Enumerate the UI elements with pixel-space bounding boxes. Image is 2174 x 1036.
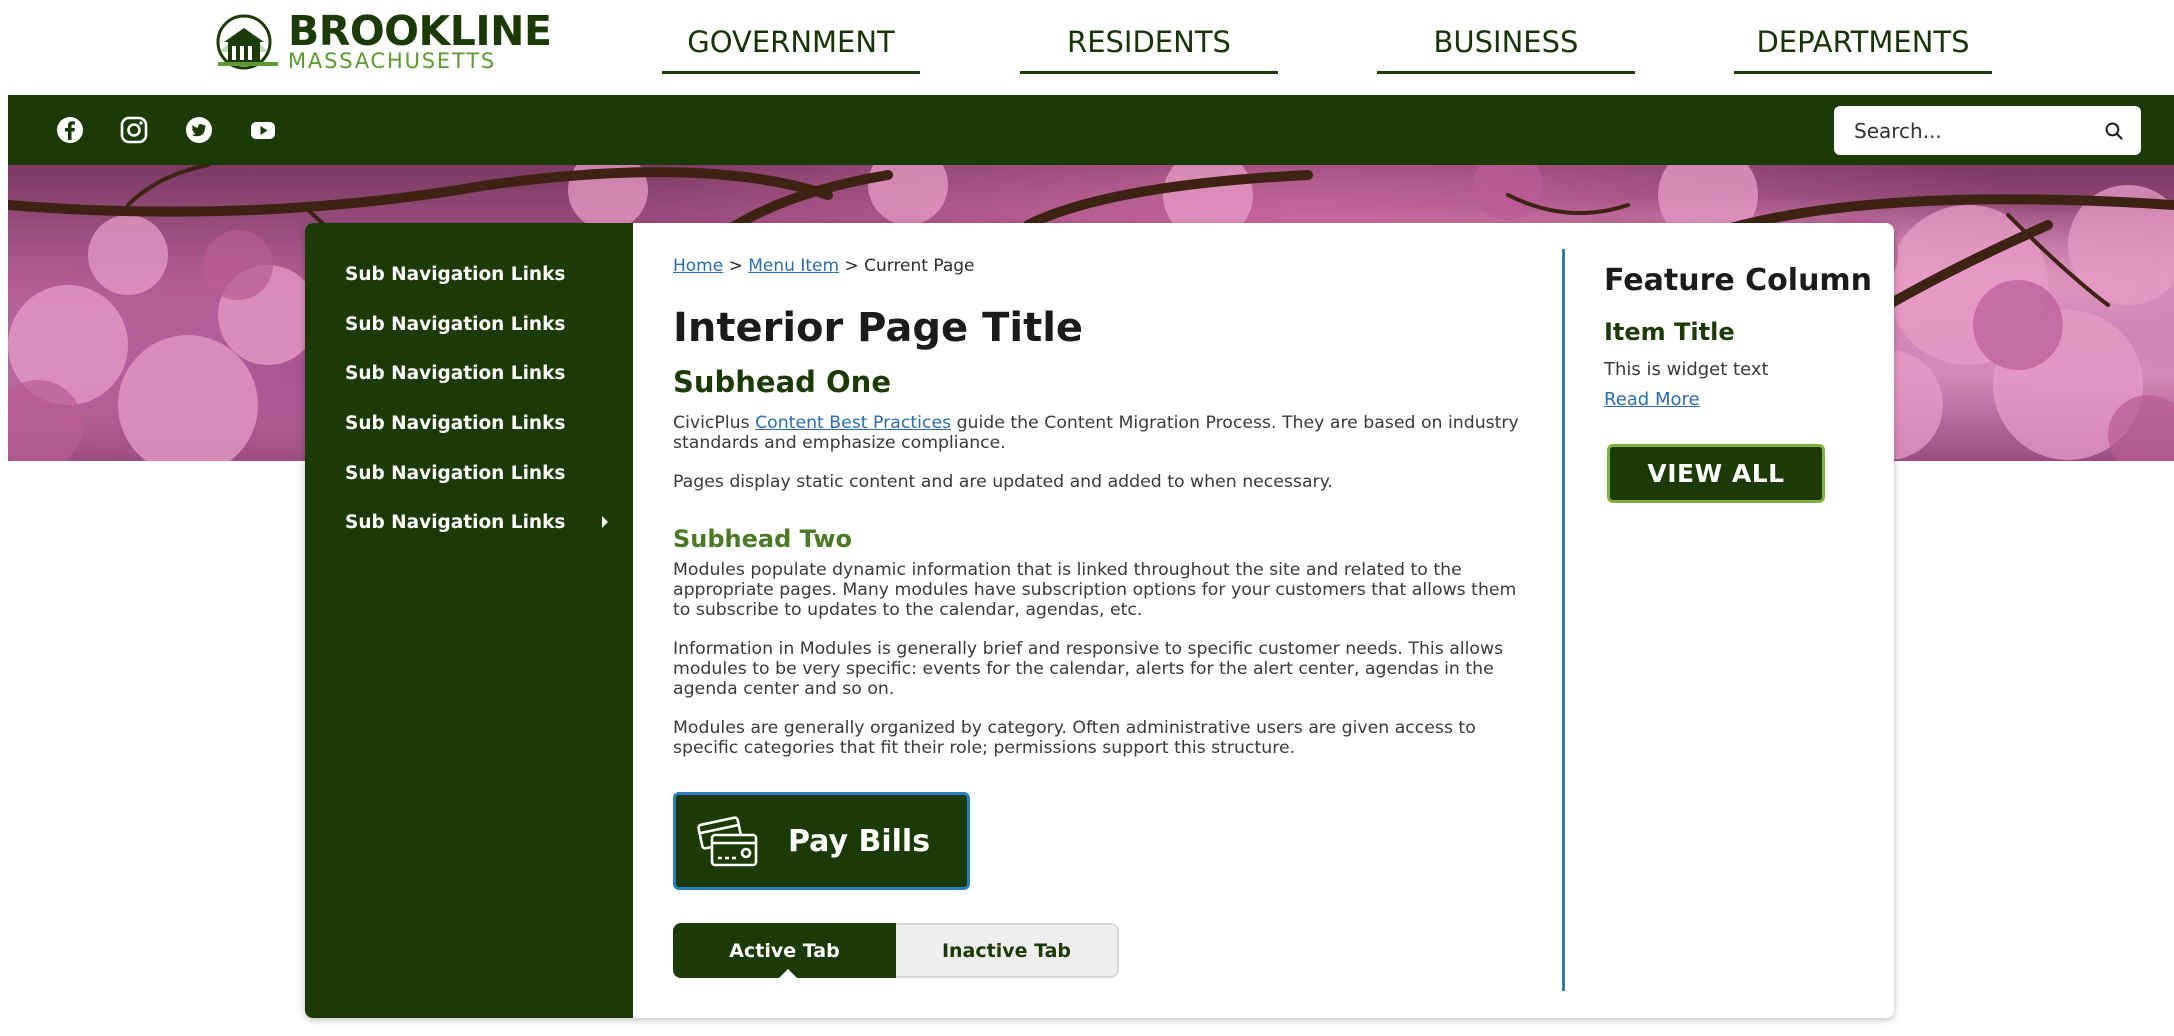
column-divider	[1562, 249, 1565, 991]
subnav-link[interactable]: Sub Navigation Links	[345, 258, 615, 292]
nav-business[interactable]: BUSINESS	[1377, 22, 1635, 74]
nav-residents[interactable]: RESIDENTS	[1020, 22, 1278, 74]
breadcrumb: Home > Menu Item > Current Page	[673, 256, 975, 276]
search-icon[interactable]	[2103, 117, 2125, 145]
paragraph-one-prefix: CivicPlus	[673, 413, 756, 433]
tab-inactive[interactable]: Inactive Tab	[896, 923, 1119, 978]
breadcrumb-current: Current Page	[864, 256, 975, 276]
read-more-link[interactable]: Read More	[1604, 389, 1700, 410]
subnav-link[interactable]: Sub Navigation Links	[345, 457, 615, 491]
breadcrumb-menu-item-link[interactable]: Menu Item	[748, 256, 839, 276]
nav-departments[interactable]: DEPARTMENTS	[1734, 22, 1992, 74]
paragraph-two: Pages display static content and are upd…	[673, 472, 1333, 492]
sub-navigation: Sub Navigation Links Sub Navigation Link…	[305, 223, 633, 1018]
subnav-link[interactable]: Sub Navigation Links	[345, 407, 615, 441]
subnav-link[interactable]: Sub Navigation Links	[345, 308, 615, 342]
utility-bar	[8, 95, 2174, 165]
content-best-practices-link[interactable]: Content Best Practices	[755, 413, 951, 433]
tab-bar: Active Tab Inactive Tab	[673, 923, 1119, 979]
paragraph-four: Information in Modules is generally brie…	[673, 639, 1504, 699]
page-title: Interior Page Title	[673, 305, 1084, 351]
view-all-button[interactable]: VIEW ALL	[1607, 444, 1825, 503]
facebook-icon[interactable]	[55, 115, 85, 145]
search-input[interactable]	[1854, 118, 2103, 143]
paragraph-three: Modules populate dynamic information tha…	[673, 560, 1517, 620]
pay-bills-button[interactable]: Pay Bills	[673, 792, 970, 890]
search-box	[1834, 106, 2141, 155]
breadcrumb-home-link[interactable]: Home	[673, 256, 723, 276]
subhead-one: Subhead One	[673, 365, 891, 399]
youtube-icon[interactable]	[248, 115, 278, 145]
subnav-link[interactable]: Sub Navigation Links	[345, 357, 615, 391]
pay-bills-label: Pay Bills	[788, 823, 931, 859]
instagram-icon[interactable]	[119, 115, 149, 145]
nav-government[interactable]: GOVERNMENT	[662, 22, 920, 74]
paragraph-five: Modules are generally organized by categ…	[673, 718, 1476, 758]
breadcrumb-separator: >	[723, 256, 749, 276]
subhead-two: Subhead Two	[673, 525, 853, 553]
paragraph-one: CivicPlus Content Best Practices guide t…	[673, 413, 1533, 453]
feature-column-title: Feature Column	[1604, 263, 1873, 298]
credit-card-icon	[697, 816, 758, 867]
chevron-right-icon[interactable]	[602, 516, 608, 528]
content-card: Sub Navigation Links Sub Navigation Link…	[305, 223, 1894, 1018]
feature-item-title: Item Title	[1604, 318, 1735, 346]
twitter-icon[interactable]	[184, 115, 214, 145]
widget-text: This is widget text	[1604, 359, 1769, 380]
main-navigation: GOVERNMENT RESIDENTS BUSINESS DEPARTMENT…	[0, 0, 2174, 95]
subnav-link[interactable]: Sub Navigation Links	[345, 506, 615, 540]
breadcrumb-separator: >	[839, 256, 865, 276]
tab-active[interactable]: Active Tab	[673, 923, 896, 979]
